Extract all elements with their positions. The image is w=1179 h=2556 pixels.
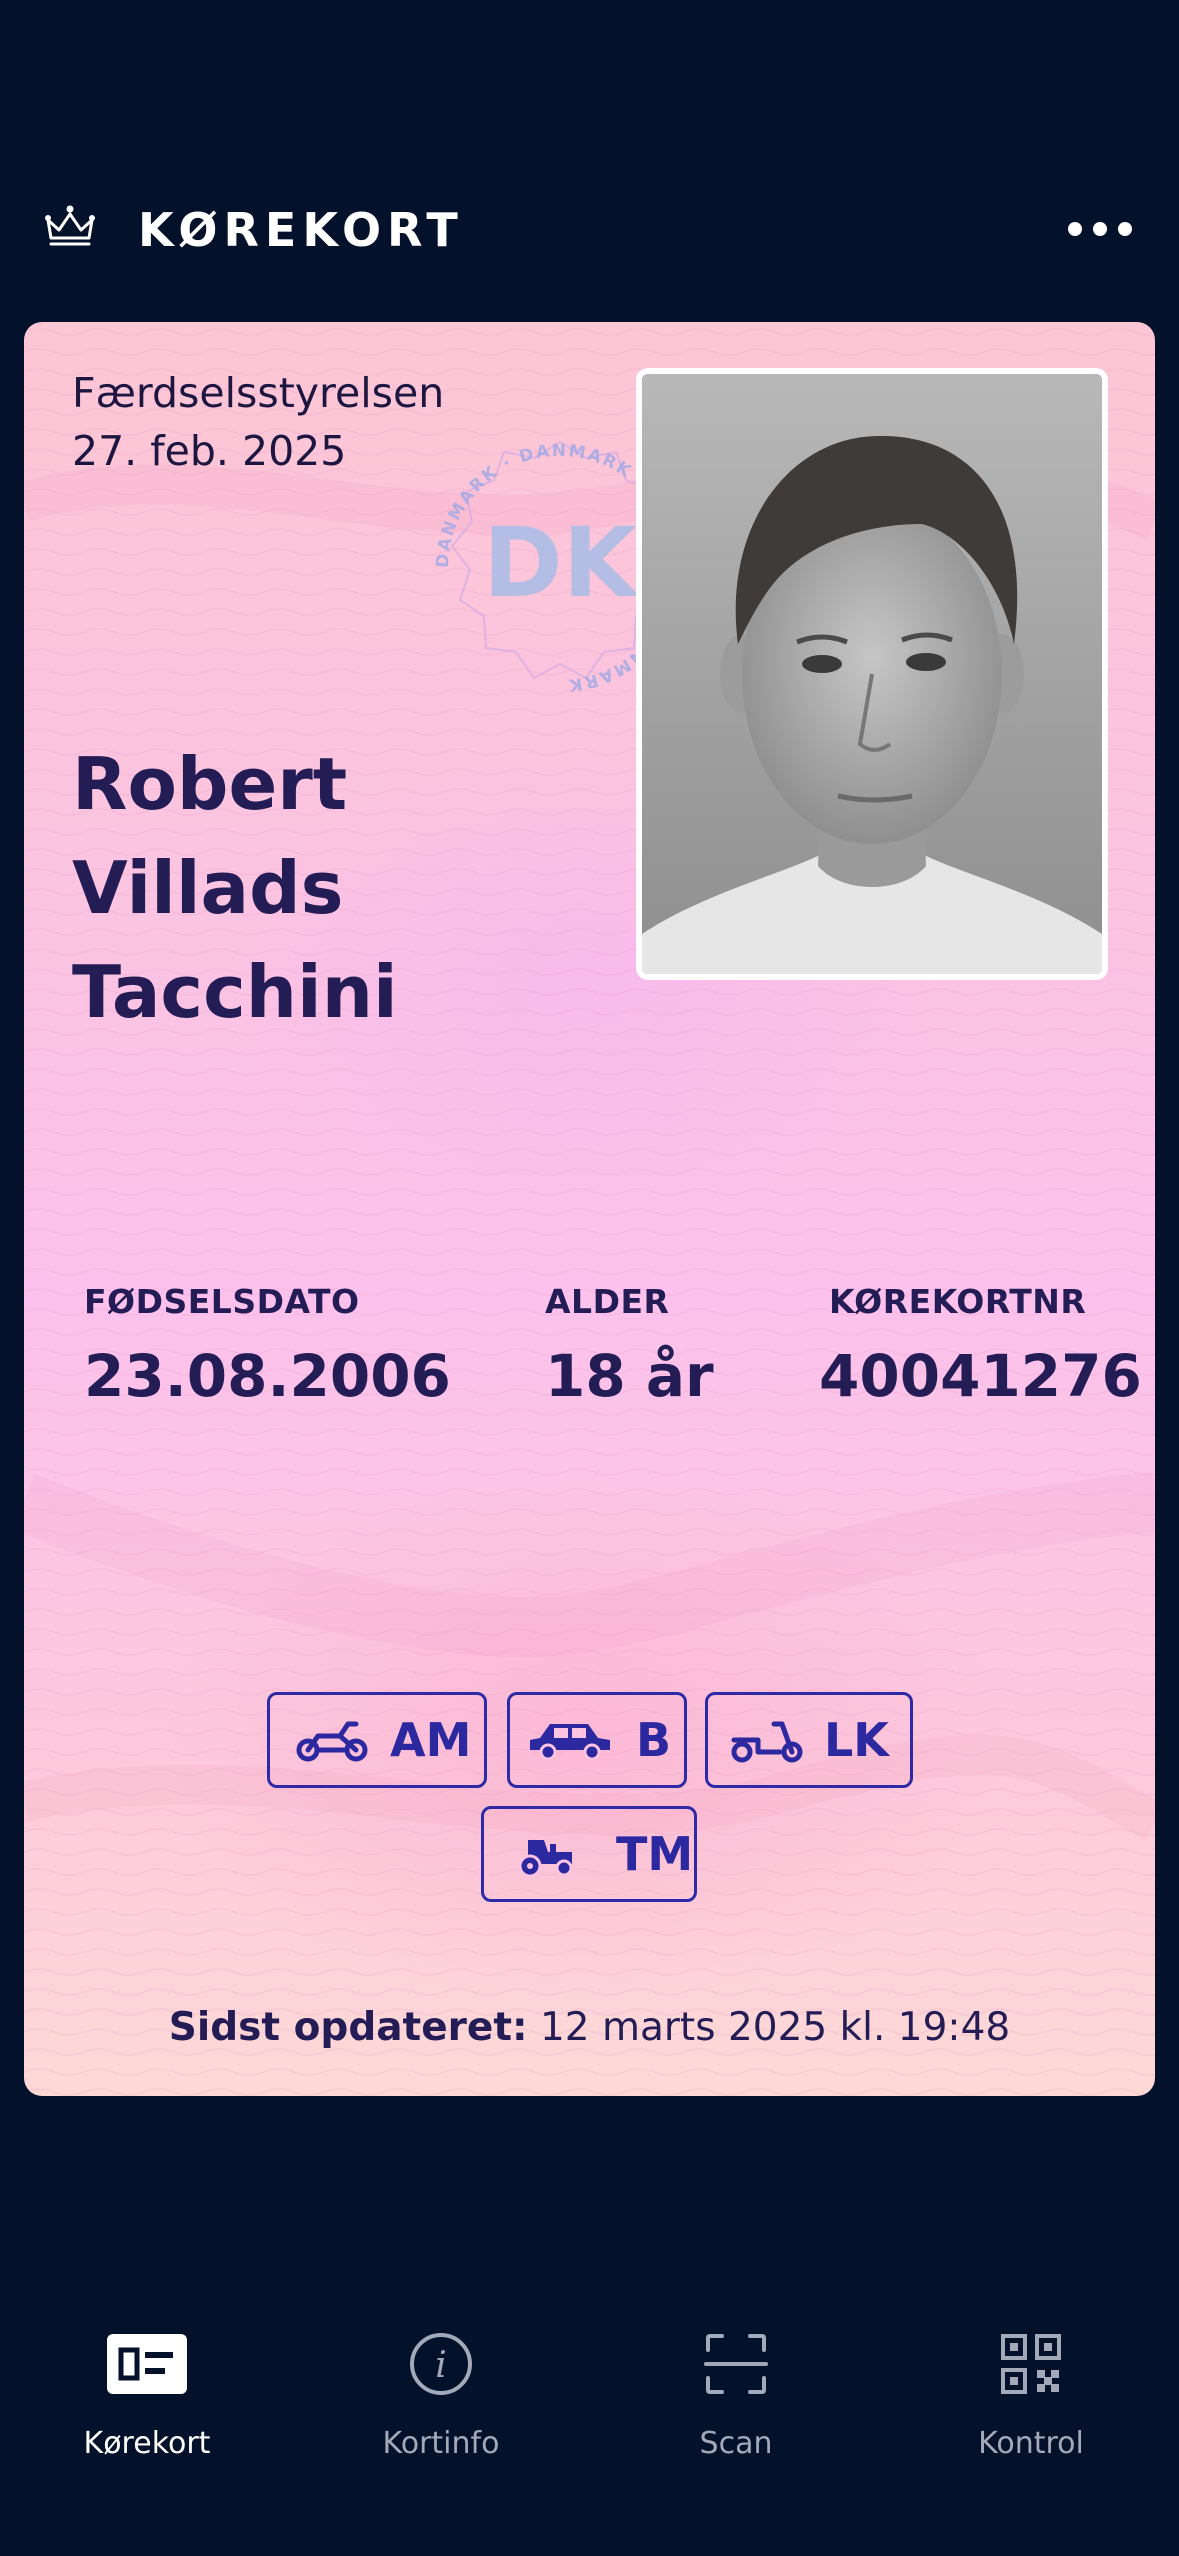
tractor-icon	[518, 1840, 573, 1878]
nav-label-korekort: Kørekort	[83, 2426, 211, 2461]
holder-name-line2: Tacchini	[72, 950, 398, 1034]
svg-text:i: i	[435, 2345, 447, 2386]
portrait-image	[642, 374, 1102, 974]
qr-code-icon	[1001, 2334, 1061, 2394]
id-card-icon	[107, 2334, 187, 2394]
birthdate-label: FØDSELSDATO	[84, 1282, 360, 1321]
birthdate-value: 23.08.2006	[84, 1342, 451, 1410]
field-age: ALDER 18 år	[545, 1280, 714, 1416]
nav-scan[interactable]: Scan	[616, 2320, 856, 2461]
field-license-number: KØREKORTNR 40041276	[819, 1280, 1142, 1416]
nav-label-kontrol: Kontrol	[978, 2426, 1084, 2461]
nav-kontrol[interactable]: Kontrol	[911, 2320, 1151, 2461]
age-value: 18 år	[545, 1342, 714, 1410]
holder-name-line1: Robert Villads	[72, 742, 348, 930]
car-icon	[530, 1724, 610, 1761]
nav-korekort[interactable]: Kørekort	[27, 2320, 267, 2461]
license-number-label: KØREKORTNR	[829, 1282, 1087, 1321]
last-updated-label: Sidst opdateret:	[168, 2005, 528, 2050]
field-birthdate: FØDSELSDATO 23.08.2006	[84, 1280, 451, 1416]
info-icon: i	[410, 2333, 472, 2395]
category-code-tm: TM	[616, 1827, 694, 1881]
issue-date: 27. feb. 2025	[72, 427, 347, 475]
category-code-b: B	[636, 1713, 672, 1767]
last-updated-value: 12 marts 2025 kl. 19:48	[539, 2005, 1011, 2050]
nav-label-scan: Scan	[699, 2426, 773, 2461]
app-header: KØREKORT	[0, 180, 1179, 280]
portrait-photo	[636, 368, 1108, 980]
category-chip-tm[interactable]: TM	[481, 1806, 697, 1902]
age-label: ALDER	[545, 1282, 670, 1321]
holder-name: Robert Villads Tacchini	[72, 732, 632, 1044]
issuer-name: Færdselsstyrelsen	[72, 369, 445, 417]
license-number-value: 40041276	[819, 1342, 1142, 1410]
issuer-block: Færdselsstyrelsen 27. feb. 2025	[72, 364, 444, 480]
app-title: KØREKORT	[138, 203, 464, 257]
last-updated: Sidst opdateret: 12 marts 2025 kl. 19:48	[24, 2002, 1155, 2054]
category-code-am: AM	[390, 1713, 472, 1767]
category-chip-b[interactable]: B	[507, 1692, 687, 1788]
category-code-lk: LK	[824, 1713, 889, 1767]
crown-icon	[45, 205, 95, 246]
scooter-icon	[731, 1721, 803, 1763]
more-dots-icon[interactable]	[1068, 222, 1132, 236]
scan-icon	[704, 2334, 768, 2394]
category-chip-am[interactable]: AM	[267, 1692, 487, 1788]
moped-icon	[296, 1721, 368, 1762]
nav-kortinfo[interactable]: i Kortinfo	[321, 2320, 561, 2461]
category-chip-lk[interactable]: LK	[705, 1692, 913, 1788]
nav-label-kortinfo: Kortinfo	[382, 2426, 500, 2461]
seal-center-text: DK	[483, 507, 641, 619]
license-card: Færdselsstyrelsen 27. feb. 2025 DANMARK …	[24, 322, 1155, 2096]
